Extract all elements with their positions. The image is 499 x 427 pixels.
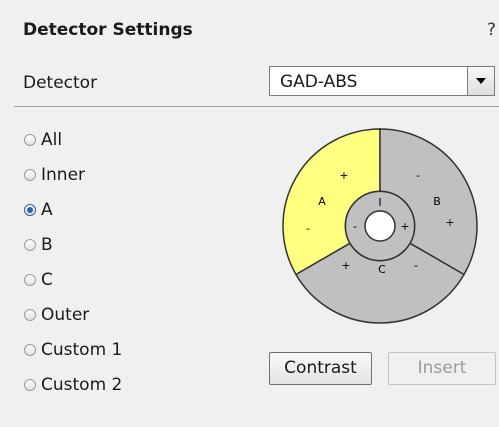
radio-inner[interactable]: Inner [24,157,122,192]
radio-all[interactable]: All [24,122,122,157]
separator [14,106,499,107]
radio-b[interactable]: B [24,227,122,262]
sign-plus-inner: + [400,220,409,233]
radio-a[interactable]: A [24,192,122,227]
panel-title: Detector Settings [23,20,193,40]
label-inner: I [378,196,381,209]
radio-button[interactable] [24,343,36,356]
center-hole [364,210,396,242]
sign-plus-b: + [445,216,454,229]
radio-c[interactable]: C [24,262,122,297]
detector-segment-diagram: A B C I + - - + + - - + [282,128,478,324]
radio-label: C [41,269,53,290]
label-b: B [433,195,441,208]
label-a: A [318,195,326,208]
help-button[interactable]: ? [487,20,496,40]
radio-button[interactable] [24,133,36,146]
radio-button[interactable] [24,308,36,321]
radio-button[interactable] [24,378,36,391]
insert-button[interactable]: Insert [388,352,496,385]
sign-plus-a: + [339,169,348,182]
segment-radio-group: All Inner A B C Outer Custom 1 Custom 2 [24,122,122,402]
detector-label: Detector [23,73,98,93]
radio-outer[interactable]: Outer [24,297,122,332]
sign-minus-inner: - [353,220,357,233]
chevron-down-icon[interactable] [467,67,494,95]
radio-custom-1[interactable]: Custom 1 [24,332,122,367]
radio-label: Custom 2 [41,374,123,395]
detector-dropdown[interactable]: GAD-ABS [269,66,495,96]
radio-custom-2[interactable]: Custom 2 [24,367,122,402]
radio-label: Custom 1 [41,339,123,360]
radio-label: All [41,129,63,150]
radio-label: Inner [41,164,86,185]
radio-label: B [41,234,53,255]
sign-minus-b: - [416,169,420,182]
sign-plus-c: + [341,259,350,272]
radio-button[interactable] [24,168,36,181]
radio-button[interactable] [24,273,36,286]
detector-value: GAD-ABS [280,72,358,92]
radio-label: Outer [41,304,90,325]
radio-button[interactable] [24,238,36,251]
sign-minus-a: - [306,222,310,235]
contrast-button[interactable]: Contrast [269,352,372,385]
radio-label: A [41,199,53,220]
label-c: C [378,263,386,276]
radio-button[interactable] [24,203,36,216]
sign-minus-c: - [414,259,418,272]
